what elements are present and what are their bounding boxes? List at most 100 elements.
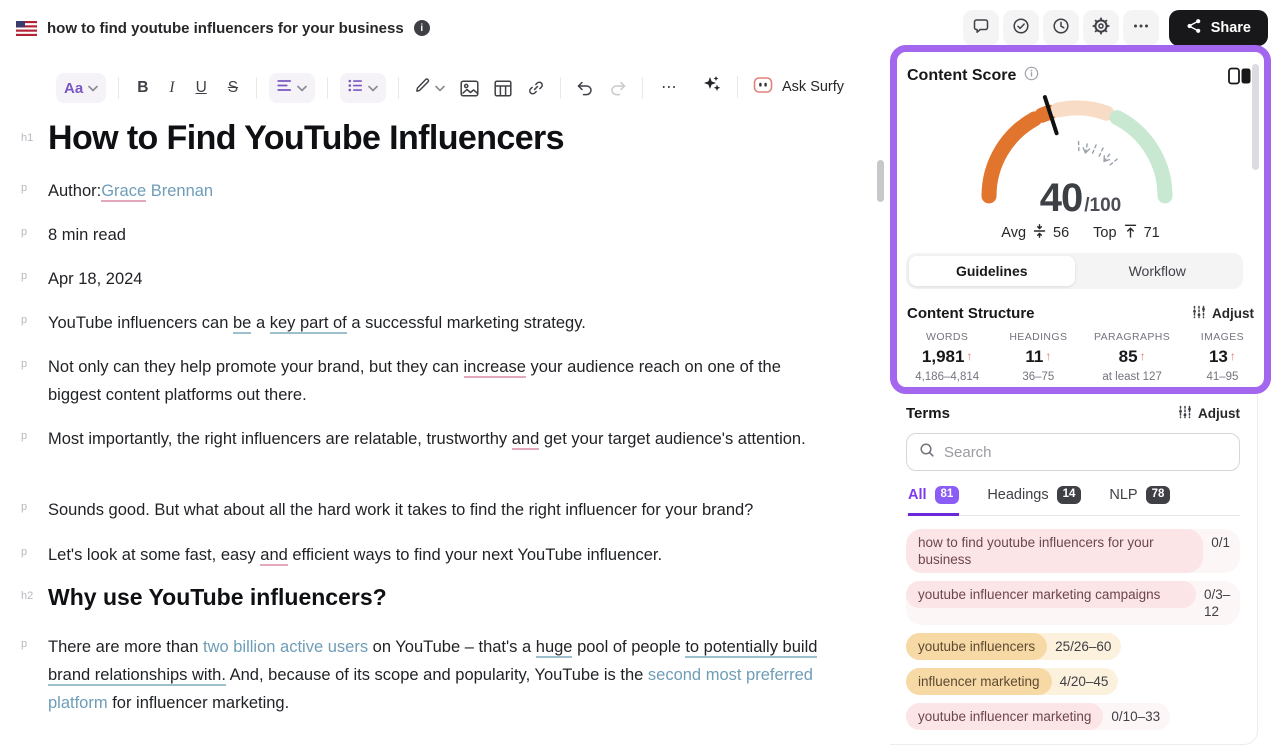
avg-value: 56	[1053, 225, 1069, 241]
page-title: how to find youtube influencers for your…	[47, 20, 404, 37]
doc-paragraph[interactable]: There are more than two billion active u…	[48, 633, 838, 717]
more-button[interactable]	[1123, 10, 1159, 46]
tab-count-badge: 78	[1146, 486, 1171, 504]
doc-row: p Let's look at some fast, easy and effi…	[0, 541, 880, 569]
tab-headings[interactable]: Headings 14	[987, 486, 1081, 516]
stat-range: 41–95	[1183, 371, 1262, 383]
highlight-pen-dropdown[interactable]	[411, 74, 448, 102]
text-style-dropdown[interactable]: Aa	[56, 73, 106, 103]
term-count: 0/10–33	[1103, 703, 1170, 730]
panel-tabs: Guidelines Workflow	[906, 253, 1243, 289]
stat-value: 85↑	[1081, 347, 1183, 367]
terms-adjust-button[interactable]: Adjust	[1178, 405, 1240, 422]
toolbar-divider	[560, 77, 561, 99]
block-tag: p	[21, 430, 27, 442]
up-arrow-icon: ↑	[966, 349, 972, 363]
italic-button[interactable]: I	[163, 77, 180, 99]
history-button[interactable]	[1043, 10, 1079, 46]
term-chip[interactable]: influencer marketing 4/20–45	[906, 668, 1118, 695]
strikethrough-button[interactable]: S	[222, 77, 244, 99]
undo-button[interactable]	[573, 77, 597, 100]
doc-paragraph[interactable]: Not only can they help promote your bran…	[48, 353, 838, 409]
sliders-icon	[1178, 405, 1192, 422]
info-icon[interactable]: i	[414, 20, 430, 36]
content-structure-stats: WORDS 1,981↑ 4,186–4,814 HEADINGS 11↑ 36…	[899, 331, 1262, 383]
avg-label: Avg	[1001, 225, 1026, 241]
up-arrow-icon: ↑	[1045, 349, 1051, 363]
tab-nlp[interactable]: NLP 78	[1109, 486, 1170, 516]
align-dropdown[interactable]	[269, 73, 315, 103]
doc-heading-2[interactable]: Why use YouTube influencers?	[48, 581, 838, 613]
content-score-panel: Content Score 40 /100 A	[890, 45, 1271, 394]
ask-surfy-button[interactable]: Ask Surfy	[753, 76, 844, 98]
term-chip[interactable]: how to find youtube influencers for your…	[906, 529, 1240, 573]
block-tag: p	[21, 546, 27, 558]
top-marker	[1097, 146, 1119, 167]
ask-surfy-label: Ask Surfy	[782, 79, 844, 95]
terms-list: how to find youtube influencers for your…	[906, 529, 1240, 730]
stat-images: IMAGES 13↑ 41–95	[1183, 331, 1262, 383]
share-button[interactable]: Share	[1169, 10, 1268, 46]
us-flag-icon	[16, 21, 37, 36]
stat-value: 13↑	[1183, 347, 1262, 367]
panel-scrollbar[interactable]	[1252, 64, 1259, 170]
doc-paragraph[interactable]: YouTube influencers can be a key part of…	[48, 309, 838, 337]
doc-paragraph[interactable]: Most importantly, the right influencers …	[48, 425, 838, 453]
doc-paragraph[interactable]: Apr 18, 2024	[48, 265, 838, 293]
top-value: 71	[1144, 225, 1160, 241]
tab-workflow[interactable]: Workflow	[1075, 256, 1241, 286]
term-text: how to find youtube influencers for your…	[906, 529, 1203, 573]
chevron-down-icon	[297, 79, 307, 97]
comments-button[interactable]	[963, 10, 999, 46]
doc-heading-1[interactable]: How to Find YouTube Influencers	[48, 116, 838, 160]
tab-label: NLP	[1109, 487, 1137, 503]
term-chip[interactable]: youtube influencer marketing 0/10–33	[906, 703, 1170, 730]
doc-row: p Most importantly, the right influencer…	[0, 425, 880, 453]
adjust-label: Adjust	[1198, 406, 1240, 421]
terms-title: Terms	[906, 405, 950, 422]
info-circle-icon[interactable]	[1024, 66, 1039, 86]
toolbar-divider	[398, 77, 399, 99]
list-dropdown[interactable]	[340, 73, 386, 103]
doc-paragraph[interactable]: 8 min read	[48, 221, 838, 249]
redo-button[interactable]	[606, 77, 630, 100]
toolbar-divider	[642, 77, 643, 99]
content-score-value: 40 /100	[897, 176, 1264, 221]
up-arrow-icon: ↑	[1230, 349, 1236, 363]
align-icon	[277, 79, 292, 97]
tab-guidelines[interactable]: Guidelines	[909, 256, 1075, 286]
tab-all[interactable]: All 81	[908, 486, 959, 516]
doc-row: p 8 min read	[0, 221, 880, 249]
doc-paragraph[interactable]: Sounds good. But what about all the hard…	[48, 496, 838, 524]
editor-toolbar: Aa B I U S ⋯	[56, 73, 683, 103]
structure-adjust-button[interactable]: Adjust	[1192, 305, 1254, 322]
sparkles-icon[interactable]	[700, 73, 722, 100]
stat-value: 11↑	[995, 347, 1081, 367]
search-input[interactable]	[944, 444, 1227, 461]
toolbar-divider	[256, 77, 257, 99]
stat-range: 36–75	[995, 371, 1081, 383]
term-text: influencer marketing	[906, 668, 1052, 695]
insert-image-button[interactable]	[457, 77, 482, 100]
approvals-button[interactable]	[1003, 10, 1039, 46]
content-structure-title: Content Structure	[907, 305, 1035, 322]
toolbar-more-button[interactable]: ⋯	[655, 77, 683, 99]
bold-button[interactable]: B	[131, 77, 154, 99]
settings-button[interactable]	[1083, 10, 1119, 46]
term-count: 25/26–60	[1047, 633, 1121, 660]
underline-button[interactable]: U	[190, 77, 213, 99]
doc-paragraph[interactable]: Let's look at some fast, easy and effici…	[48, 541, 838, 569]
text-style-label: Aa	[64, 81, 83, 96]
tab-count-badge: 81	[935, 486, 960, 504]
insert-link-button[interactable]	[524, 76, 548, 100]
editor-scrollbar[interactable]	[877, 160, 884, 202]
term-chip[interactable]: youtube influencer marketing campaigns 0…	[906, 581, 1240, 625]
doc-paragraph[interactable]: Author:Grace Brennan	[48, 177, 838, 205]
top-icon	[1124, 224, 1137, 242]
term-chip[interactable]: youtube influencers 25/26–60	[906, 633, 1121, 660]
terms-panel: Terms Adjust All 81 Headings 14 NLP 78 h…	[890, 394, 1258, 745]
term-text: youtube influencer marketing campaigns	[906, 581, 1196, 608]
stat-value: 1,981↑	[899, 347, 995, 367]
insert-table-button[interactable]	[491, 77, 515, 100]
collapse-panel-icon[interactable]	[1228, 67, 1252, 85]
